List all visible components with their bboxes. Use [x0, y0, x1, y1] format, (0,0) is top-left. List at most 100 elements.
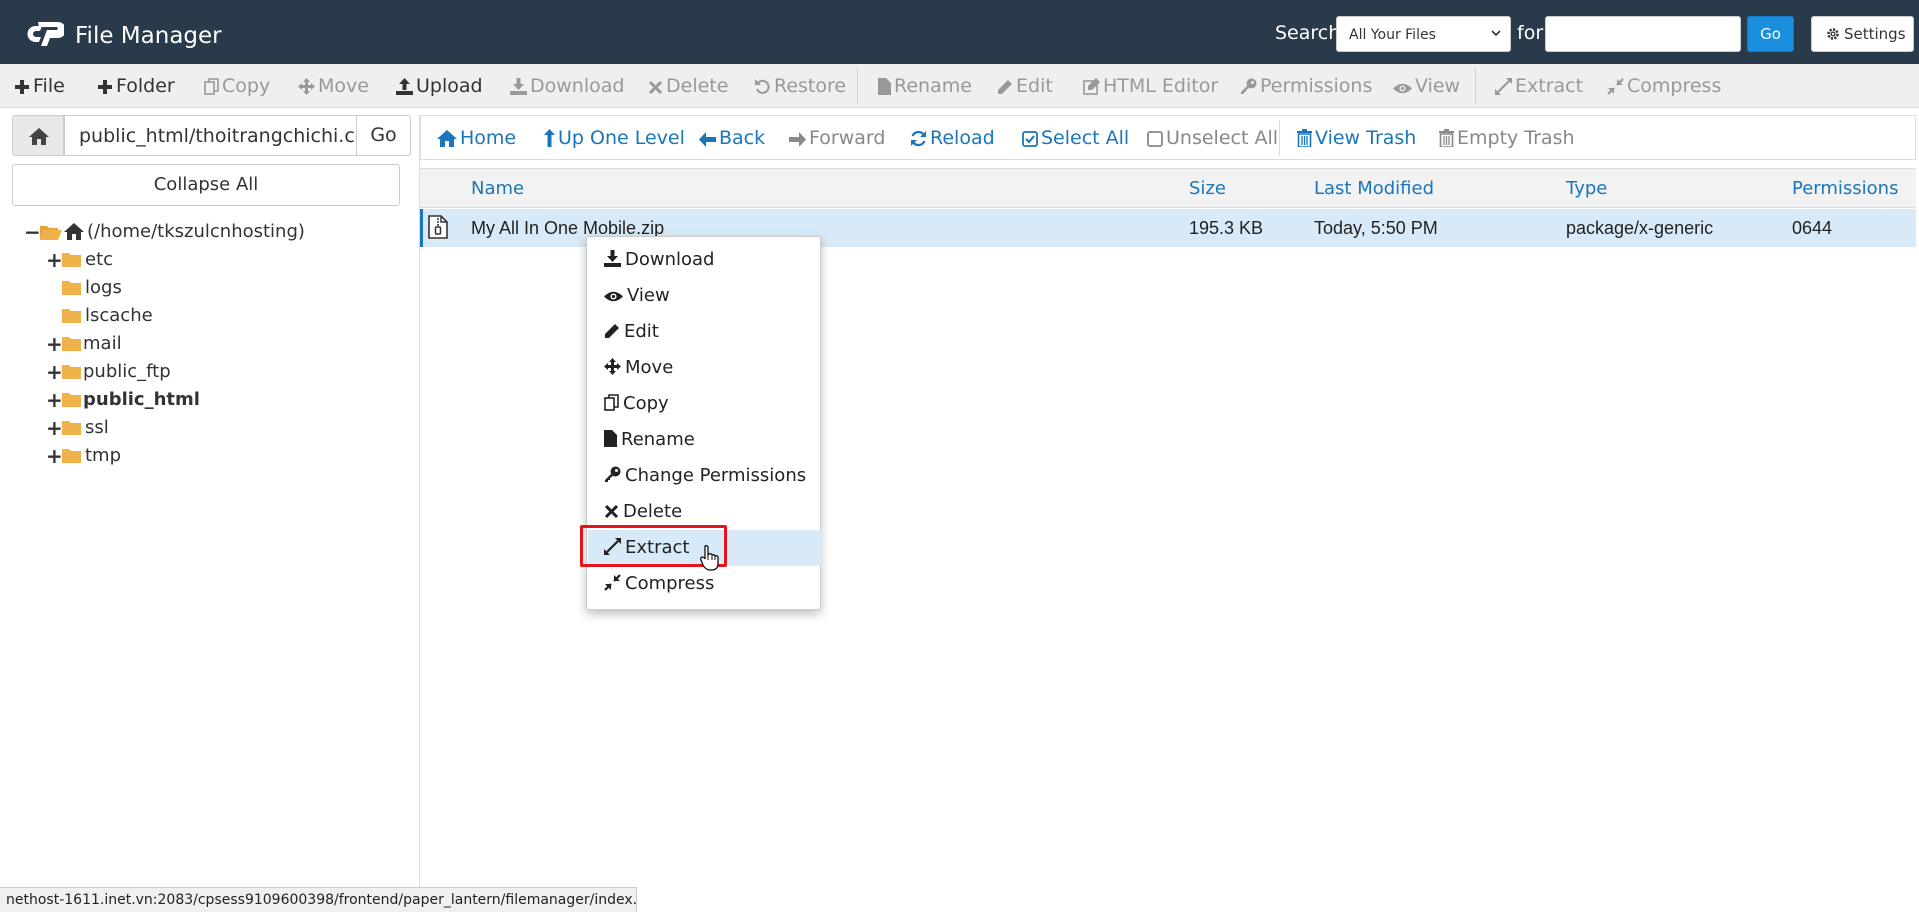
- context-menu-rename[interactable]: Rename: [588, 422, 821, 458]
- home-path-button[interactable]: [12, 115, 64, 156]
- expand-icon: [1495, 78, 1512, 95]
- close-icon: [604, 504, 619, 519]
- checkbox-empty-icon: [1147, 131, 1163, 147]
- view-trash-button[interactable]: View Trash: [1297, 126, 1416, 150]
- path-input[interactable]: public_html/thoitrangchichi.co: [64, 115, 357, 156]
- tree-item-mail[interactable]: + mail: [46, 331, 246, 357]
- plus-icon[interactable]: +: [46, 415, 63, 441]
- empty-trash-label: Empty Trash: [1457, 127, 1575, 149]
- context-menu-compress[interactable]: Compress: [588, 566, 821, 602]
- new-folder-label: Folder: [116, 75, 175, 97]
- search-go-button[interactable]: Go: [1747, 16, 1794, 52]
- compress-button[interactable]: Compress: [1607, 74, 1721, 98]
- column-header-size[interactable]: Size: [1189, 178, 1226, 199]
- edit-button[interactable]: Edit: [997, 74, 1053, 98]
- rename-label: Rename: [894, 75, 972, 97]
- path-go-button[interactable]: Go: [356, 115, 411, 156]
- restore-button[interactable]: Restore: [754, 74, 846, 98]
- file-icon: [878, 78, 891, 95]
- column-header-last-modified[interactable]: Last Modified: [1314, 178, 1434, 199]
- home-nav-label: Home: [460, 127, 517, 149]
- tree-item-label: etc: [85, 249, 114, 270]
- context-menu-view[interactable]: View: [588, 278, 821, 314]
- unselect-all-button[interactable]: Unselect All: [1147, 126, 1278, 150]
- key-icon: [605, 466, 621, 482]
- context-menu-move[interactable]: Move: [588, 350, 821, 386]
- home-nav-button[interactable]: Home: [437, 126, 516, 150]
- refresh-icon: [911, 130, 926, 147]
- search-label: Search: [1275, 22, 1341, 44]
- context-menu-download[interactable]: Download: [588, 242, 821, 278]
- context-menu-copy[interactable]: Copy: [588, 386, 821, 422]
- extract-button[interactable]: Extract: [1495, 74, 1583, 98]
- plus-icon[interactable]: +: [46, 359, 63, 385]
- permissions-label: Permissions: [1260, 75, 1373, 97]
- context-menu-label: Rename: [621, 429, 695, 450]
- context-menu-change-permissions[interactable]: Change Permissions: [588, 458, 821, 494]
- plus-icon[interactable]: +: [46, 247, 63, 273]
- back-button[interactable]: Back: [699, 126, 765, 150]
- delete-button[interactable]: Delete: [648, 74, 728, 98]
- folder-icon: [62, 309, 81, 323]
- rename-button[interactable]: Rename: [878, 74, 972, 98]
- tree-item-lscache[interactable]: lscache: [46, 303, 246, 329]
- tree-item-tmp[interactable]: + tmp: [46, 443, 246, 469]
- folder-icon: [62, 337, 81, 351]
- permissions-button[interactable]: Permissions: [1240, 74, 1372, 98]
- edit-label: Edit: [1016, 75, 1053, 97]
- html-editor-button[interactable]: HTML Editor: [1083, 74, 1218, 98]
- select-all-button[interactable]: Select All: [1022, 126, 1129, 150]
- tree-item-ssl[interactable]: + ssl: [46, 415, 246, 441]
- download-icon: [510, 78, 527, 95]
- collapse-all-button[interactable]: Collapse All: [12, 164, 400, 206]
- context-menu-label: Copy: [623, 393, 669, 414]
- tree-item-public-html[interactable]: + public_html: [46, 387, 246, 413]
- new-file-button[interactable]: File: [14, 74, 65, 98]
- tree-root-label: (/home/tkszulcnhosting): [87, 221, 305, 242]
- plus-icon[interactable]: +: [46, 331, 63, 357]
- context-menu-edit[interactable]: Edit: [588, 314, 821, 350]
- main-toolbar: File Folder Copy Move Upload Download De…: [0, 64, 1919, 108]
- plus-icon[interactable]: +: [46, 387, 63, 413]
- up-one-level-button[interactable]: Up One Level: [544, 126, 685, 150]
- upload-button[interactable]: Upload: [396, 74, 483, 98]
- delete-label: Delete: [666, 75, 729, 97]
- view-button[interactable]: View: [1393, 74, 1460, 98]
- cpanel-logo-icon: [27, 22, 64, 46]
- tree-item-logs[interactable]: logs: [46, 275, 246, 301]
- download-button[interactable]: Download: [510, 74, 624, 98]
- column-header-type[interactable]: Type: [1566, 178, 1607, 199]
- move-icon: [298, 78, 315, 95]
- context-menu-label: Compress: [625, 573, 715, 594]
- tree-item-etc[interactable]: + etc: [46, 247, 246, 273]
- file-permissions: 0644: [1792, 218, 1833, 238]
- folder-icon: [62, 393, 81, 407]
- move-icon: [604, 358, 621, 375]
- folder-icon: [62, 421, 81, 435]
- compress-icon: [1607, 78, 1624, 95]
- forward-button[interactable]: Forward: [789, 126, 885, 150]
- context-menu-label: Move: [625, 357, 674, 378]
- new-folder-button[interactable]: Folder: [97, 74, 175, 98]
- move-button[interactable]: Move: [298, 74, 369, 98]
- tree-item-public-ftp[interactable]: + public_ftp: [46, 359, 246, 385]
- gear-icon: [1827, 28, 1839, 40]
- arrow-left-icon: [699, 132, 716, 147]
- column-header-permissions[interactable]: Permissions: [1792, 178, 1898, 199]
- minus-icon[interactable]: −: [24, 219, 41, 245]
- tree-root[interactable]: − (/home/tkszulcnhosting): [24, 219, 324, 245]
- settings-button[interactable]: Settings: [1811, 16, 1914, 52]
- browser-status-bar: nethost-1611.inet.vn:2083/cpsess91096003…: [0, 887, 637, 912]
- folder-icon: [62, 253, 81, 267]
- search-scope-select[interactable]: All Your Files: [1336, 16, 1511, 52]
- plus-icon[interactable]: +: [46, 443, 63, 469]
- reload-button[interactable]: Reload: [910, 126, 995, 150]
- view-trash-label: View Trash: [1315, 127, 1417, 149]
- copy-icon: [204, 78, 219, 95]
- column-header-name[interactable]: Name: [471, 178, 524, 199]
- copy-button[interactable]: Copy: [204, 74, 270, 98]
- empty-trash-button[interactable]: Empty Trash: [1439, 126, 1575, 150]
- file-icon: [604, 430, 617, 447]
- search-input[interactable]: [1545, 16, 1741, 52]
- forward-label: Forward: [809, 127, 886, 149]
